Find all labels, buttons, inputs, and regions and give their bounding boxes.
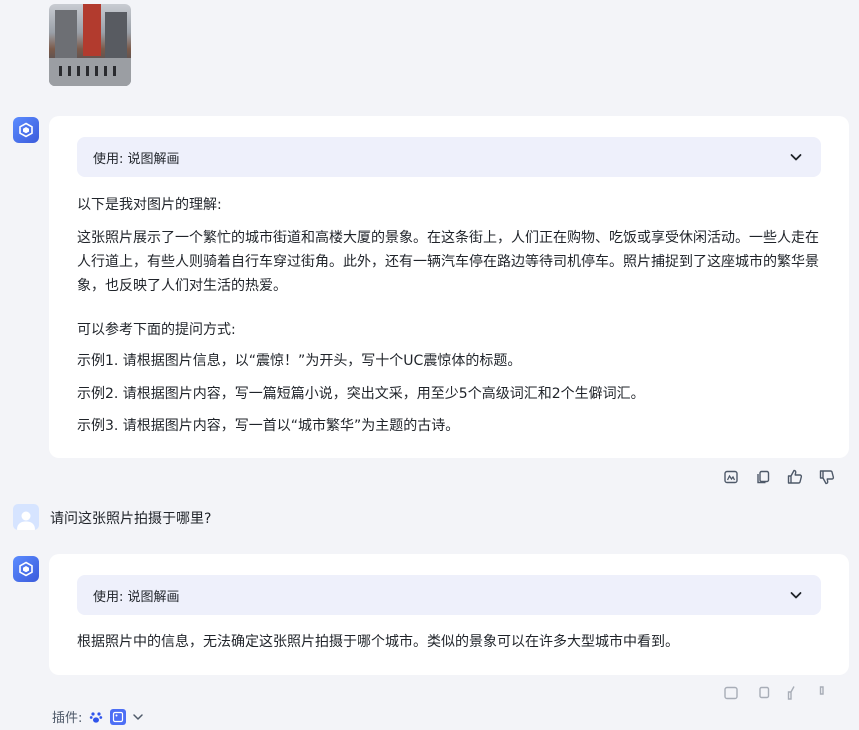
cube-logo-icon	[19, 122, 33, 138]
chevron-down-icon[interactable]	[132, 711, 144, 723]
thumbs-up-icon[interactable]	[786, 684, 804, 702]
image-icon[interactable]	[722, 684, 740, 702]
uploaded-photo-thumbnail[interactable]	[49, 4, 131, 86]
thumbs-up-icon[interactable]	[786, 468, 804, 486]
answer-intro: 以下是我对图片的理解:	[77, 197, 222, 213]
example-prompt-3[interactable]: 示例3. 请根据图片内容，写一首以“城市繁华”为主题的古诗。	[77, 414, 459, 438]
copy-icon[interactable]	[754, 684, 772, 702]
bot-avatar	[13, 117, 39, 143]
example-prompt-1[interactable]: 示例1. 请根据图片信息，以“震惊！”为开头，写十个UC震惊体的标题。	[77, 349, 521, 373]
thumbs-down-icon[interactable]	[818, 684, 836, 702]
bot-avatar-2	[13, 556, 39, 582]
image-plugin-icon[interactable]	[110, 708, 127, 725]
paw-plugin-icon[interactable]	[88, 709, 104, 725]
answer-actions-1	[722, 468, 836, 486]
plugins-label: 插件:	[52, 711, 83, 726]
suggestion-title: 可以参考下面的提问方式:	[77, 322, 236, 338]
answer-actions-2	[722, 684, 836, 702]
plugin-usage-label: 使用: 说图解画	[93, 589, 180, 605]
user-avatar	[13, 504, 39, 530]
chevron-down-icon[interactable]	[789, 150, 803, 164]
bot-answer-card-2: 使用: 说图解画 根据照片中的信息，无法确定这张照片拍摄于哪个城市。类似的景象可…	[49, 554, 849, 675]
image-description: 这张照片展示了一个繁忙的城市街道和高楼大厦的景象。在这条街上，人们正在购物、吃饭…	[77, 230, 819, 294]
cube-logo-icon	[19, 561, 33, 577]
answer-text: 根据照片中的信息，无法确定这张照片拍摄于哪个城市。类似的景象可以在许多大型城市中…	[77, 634, 679, 650]
plugins-row: 插件:	[52, 707, 144, 726]
image-icon[interactable]	[722, 468, 740, 486]
bot-answer-card-1: 使用: 说图解画 以下是我对图片的理解: 这张照片展示了一个繁忙的城市街道和高楼…	[49, 116, 849, 458]
copy-icon[interactable]	[754, 468, 772, 486]
example-prompt-2[interactable]: 示例2. 请根据图片内容，写一篇短篇小说，突出文采，用至少5个高级词汇和2个生僻…	[77, 382, 645, 406]
chevron-down-icon[interactable]	[789, 588, 803, 602]
plugin-usage-label: 使用: 说图解画	[93, 151, 180, 167]
plugin-usage-bar[interactable]: 使用: 说图解画	[77, 137, 821, 177]
thumbs-down-icon[interactable]	[818, 468, 836, 486]
plugin-usage-bar-2[interactable]: 使用: 说图解画	[77, 575, 821, 615]
user-silhouette-icon	[17, 511, 35, 530]
user-question: 请问这张照片拍摄于哪里?	[50, 511, 212, 527]
